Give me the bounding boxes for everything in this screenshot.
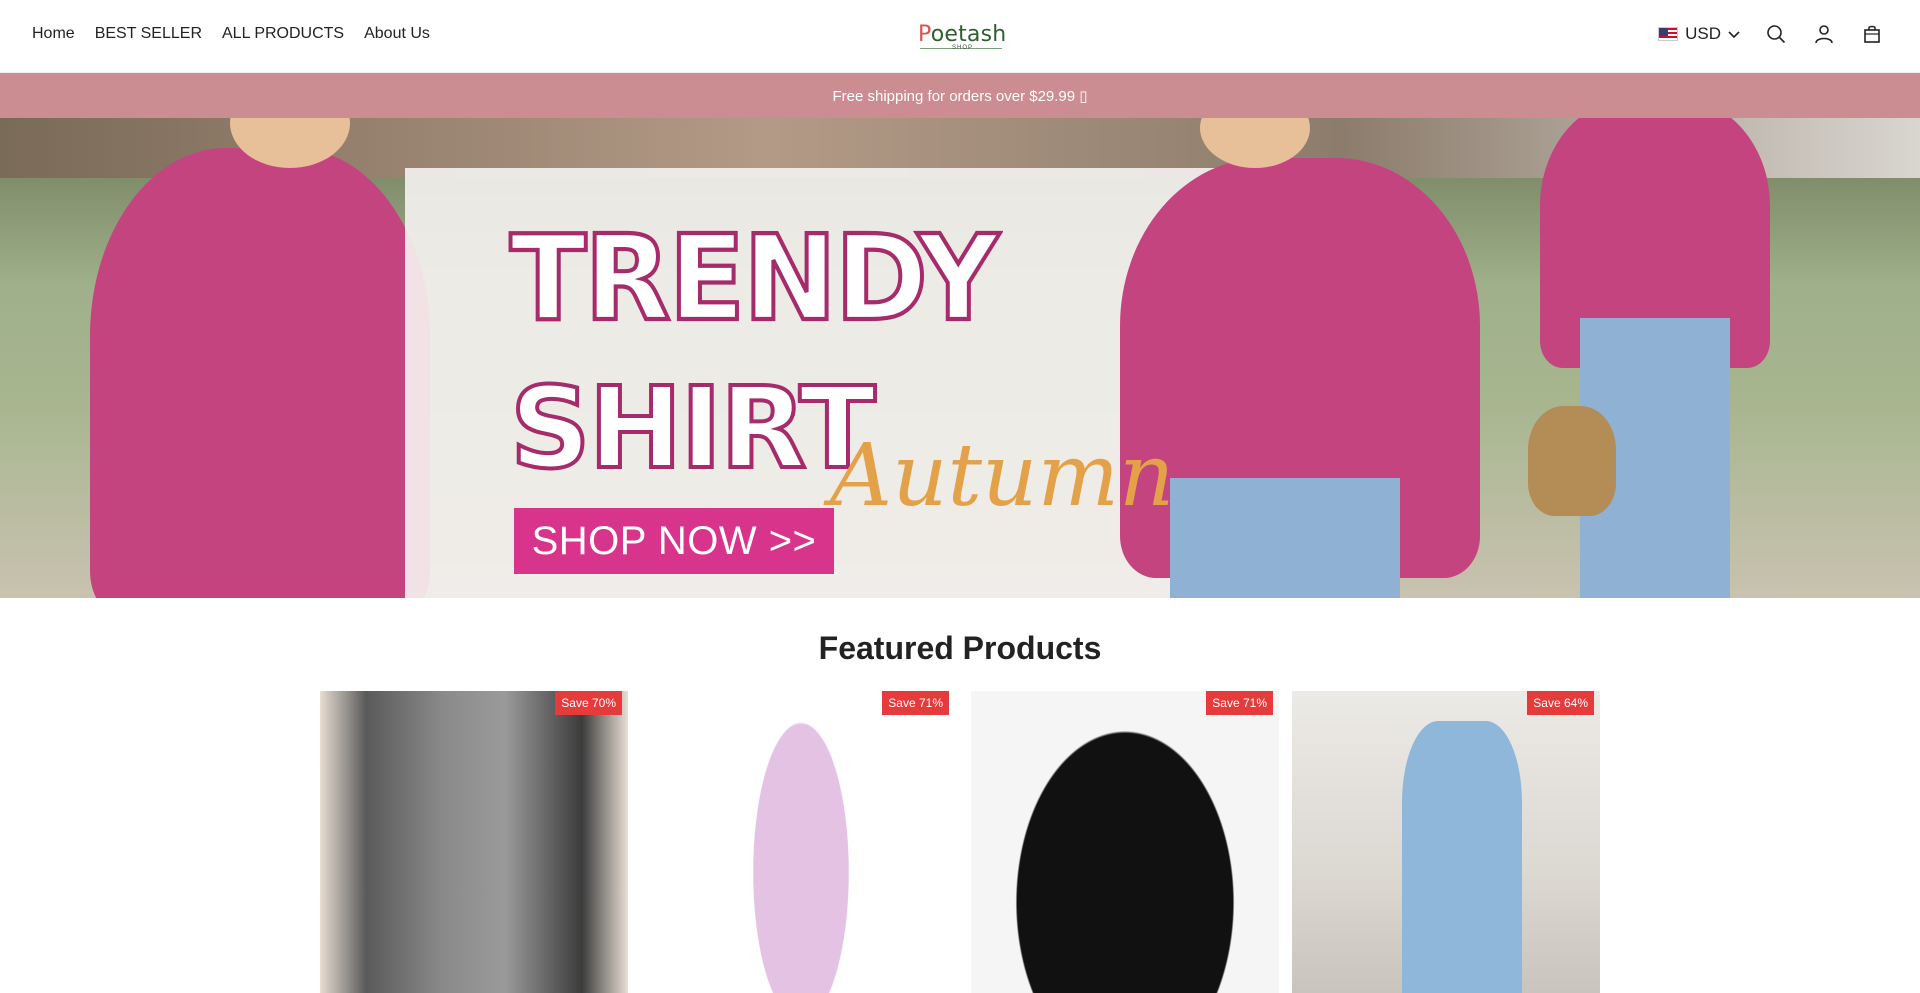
product-image (320, 691, 628, 993)
product-card[interactable]: Save 71% (647, 691, 955, 993)
shop-now-button[interactable]: SHOP NOW >> (514, 508, 834, 574)
product-image-overalls (1402, 721, 1522, 993)
hero-banner[interactable]: TRENDY SHIRT Autumn SHOP NOW >> (0, 118, 1920, 598)
nav-all-products[interactable]: ALL PRODUCTS (222, 25, 344, 43)
cart-icon[interactable] (1860, 22, 1884, 46)
hero-model-left (90, 148, 430, 598)
main-nav: Home BEST SELLER ALL PRODUCTS About Us (32, 25, 430, 43)
store-logo[interactable]: Poetash SHOP (916, 16, 1006, 56)
header-tools: USD (1658, 22, 1884, 46)
hero-model-center-jeans (1170, 478, 1400, 598)
account-icon[interactable] (1812, 22, 1836, 46)
hero-headline-line2: SHIRT (508, 364, 878, 494)
save-badge: Save 71% (882, 691, 949, 715)
currency-selector[interactable]: USD (1658, 24, 1740, 44)
currency-label: USD (1685, 24, 1721, 43)
hero-script-text: Autumn (830, 426, 1175, 526)
straw-bag-image (1528, 406, 1616, 516)
announcement-text: Free shipping for orders over $29.99 ▯ (832, 87, 1088, 105)
announcement-bar: Free shipping for orders over $29.99 ▯ (0, 73, 1920, 118)
product-card[interactable]: Save 71% (971, 691, 1279, 993)
site-header: Home BEST SELLER ALL PRODUCTS About Us P… (0, 0, 1920, 73)
save-badge: Save 64% (1527, 691, 1594, 715)
chevron-down-icon (1728, 24, 1740, 44)
featured-products-title: Featured Products (818, 630, 1102, 666)
product-image (971, 691, 1279, 993)
product-card[interactable]: Save 64% (1292, 691, 1600, 993)
product-grid: Save 70% Save 71% Save 71% Save 64% (320, 691, 1600, 993)
nav-best-seller[interactable]: BEST SELLER (95, 25, 202, 43)
hero-headline-line1: TRENDY (508, 210, 1001, 348)
product-card[interactable]: Save 70% (320, 691, 628, 993)
nav-about-us[interactable]: About Us (364, 25, 430, 43)
search-icon[interactable] (1764, 22, 1788, 46)
product-image (647, 691, 955, 993)
us-flag-icon (1658, 27, 1679, 41)
save-badge: Save 70% (555, 691, 622, 715)
logo-subtitle: SHOP (952, 45, 974, 51)
logo-wordmark: Poetash (918, 22, 1007, 47)
save-badge: Save 71% (1206, 691, 1273, 715)
nav-home[interactable]: Home (32, 25, 75, 43)
